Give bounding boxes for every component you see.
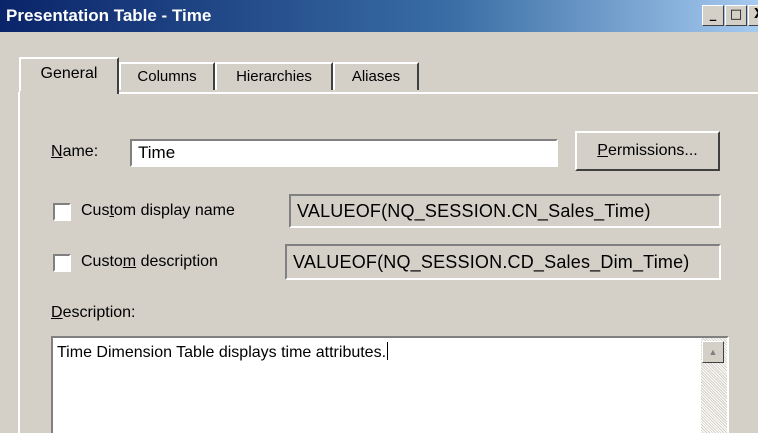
window-title: Presentation Table - Time	[6, 6, 212, 25]
general-tab-panel	[18, 92, 758, 433]
close-button[interactable]: X	[748, 5, 758, 26]
active-tab-joint	[20, 91, 117, 95]
tab-aliases[interactable]: Aliases	[333, 62, 419, 90]
title-bar[interactable]: Presentation Table - Time _ □ X	[0, 0, 758, 32]
tab-hierarchies[interactable]: Hierarchies	[215, 62, 333, 90]
presentation-table-dialog: Presentation Table - Time _ □ X General …	[0, 0, 758, 433]
maximize-button[interactable]: □	[725, 5, 747, 26]
minimize-button[interactable]: _	[702, 5, 724, 26]
tab-columns[interactable]: Columns	[119, 62, 215, 90]
tab-general[interactable]: General	[19, 57, 119, 94]
